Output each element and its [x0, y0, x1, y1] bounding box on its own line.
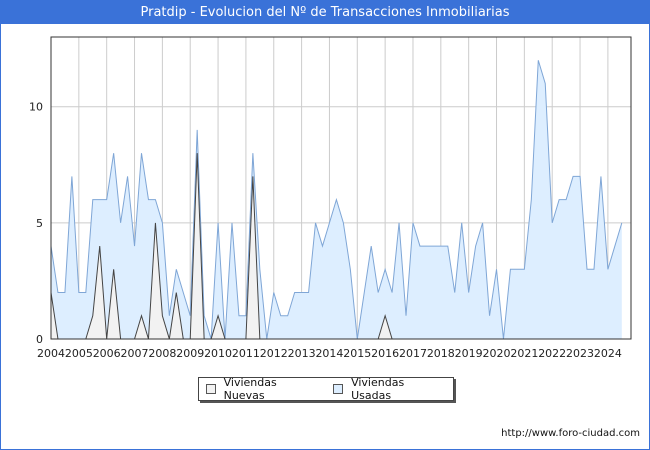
x-tick-label-2008: 2008: [148, 347, 176, 360]
x-tick-label-2007: 2007: [121, 347, 149, 360]
x-tick-label-2017: 2017: [399, 347, 427, 360]
legend-label-usadas: Viviendas Usadas: [351, 376, 405, 402]
y-tick-label-10: 10: [29, 101, 43, 114]
legend: Viviendas Nuevas Viviendas Usadas: [198, 376, 454, 402]
x-tick-label-2011: 2011: [232, 347, 260, 360]
x-tick-label-2012: 2012: [260, 347, 288, 360]
legend-item-usadas: Viviendas Usadas: [333, 376, 443, 402]
x-tick-label-2006: 2006: [93, 347, 121, 360]
y-tick-label-5: 5: [36, 217, 43, 230]
legend-item-nuevas: Viviendas Nuevas: [206, 376, 316, 402]
x-tick-label-2005: 2005: [65, 347, 93, 360]
y-tick-label-0: 0: [36, 333, 43, 346]
x-tick-label-2021: 2021: [510, 347, 538, 360]
x-tick-label-2010: 2010: [204, 347, 232, 360]
legend-label-nuevas: Viviendas Nuevas: [223, 376, 277, 402]
x-tick-label-2024: 2024: [594, 347, 622, 360]
x-tick-label-2013: 2013: [288, 347, 316, 360]
source-url: http://www.foro-ciudad.com: [501, 428, 640, 439]
x-tick-label-2018: 2018: [427, 347, 455, 360]
legend-swatch-nuevas: [206, 384, 216, 394]
legend-swatch-usadas: [333, 384, 344, 394]
x-tick-label-2015: 2015: [343, 347, 371, 360]
x-tick-label-2004: 2004: [37, 347, 65, 360]
x-tick-label-2023: 2023: [566, 347, 594, 360]
x-tick-label-2014: 2014: [315, 347, 343, 360]
x-tick-label-2022: 2022: [538, 347, 566, 360]
x-tick-label-2019: 2019: [455, 347, 483, 360]
x-tick-label-2016: 2016: [371, 347, 399, 360]
x-tick-label-2020: 2020: [483, 347, 511, 360]
chart-frame: Pratdip - Evolucion del Nº de Transaccio…: [0, 0, 650, 450]
x-tick-label-2009: 2009: [176, 347, 204, 360]
